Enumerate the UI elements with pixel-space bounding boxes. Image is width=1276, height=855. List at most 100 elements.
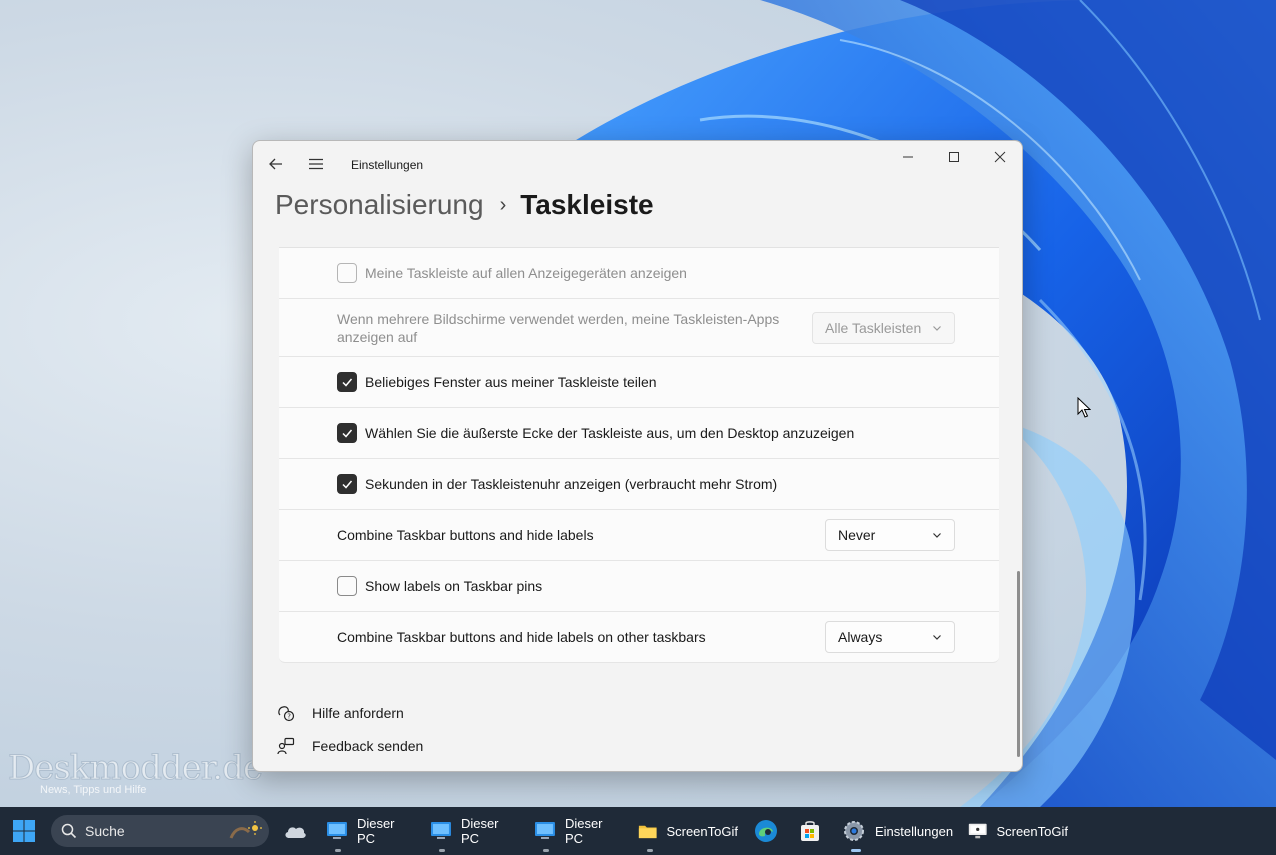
back-button[interactable]	[265, 153, 287, 175]
taskbar-search-box[interactable]: Suche	[51, 815, 269, 847]
combine-other-dropdown[interactable]: Always	[825, 621, 955, 653]
seconds-clock-checkbox[interactable]	[337, 474, 357, 494]
search-highlight-icon	[229, 821, 262, 839]
monitor-icon	[430, 822, 451, 839]
combine-buttons-value: Never	[838, 527, 876, 543]
previous-row-edge	[279, 236, 999, 248]
navigation-menu-button[interactable]	[305, 153, 327, 175]
share-window-checkbox[interactable]	[337, 372, 357, 392]
vertical-scrollbar[interactable]	[1017, 571, 1020, 757]
corner-desktop-label: Wählen Sie die äußerste Ecke der Tasklei…	[365, 425, 855, 441]
setting-row-combine-other: Combine Taskbar buttons and hide labels …	[279, 612, 999, 663]
settings-list: Meine Taskleiste auf allen Anzeigegeräte…	[279, 236, 999, 663]
taskbar-app-screentogif-folder[interactable]: ScreenToGif	[638, 807, 738, 855]
hamburger-icon	[309, 158, 323, 170]
store-bag-icon	[801, 821, 819, 841]
search-placeholder: Suche	[85, 823, 125, 839]
breadcrumb-personalisierung[interactable]: Personalisierung	[275, 189, 484, 221]
title-bar: Einstellungen	[253, 141, 1022, 187]
monitor-icon	[326, 822, 347, 839]
taskbar-app-edge[interactable]	[754, 807, 780, 855]
show-all-displays-label: Meine Taskleiste auf allen Anzeigegeräte…	[365, 265, 687, 281]
running-indicator	[439, 849, 445, 852]
taskbar-app-label: Einstellungen	[875, 823, 954, 839]
breadcrumb-chevron-icon: ›	[499, 193, 507, 216]
edge-browser-icon	[755, 820, 777, 842]
weather-widget[interactable]	[283, 807, 307, 855]
show-all-displays-checkbox[interactable]	[337, 263, 357, 283]
seconds-clock-label: Sekunden in der Taskleistenuhr anzeigen …	[365, 476, 778, 492]
page-title: Taskleiste	[520, 189, 654, 220]
help-link-label: Hilfe anfordern	[312, 704, 404, 721]
minimize-icon	[903, 156, 913, 158]
deskmodder-watermark: Deskmodder.de News, Tipps und Hilfe	[7, 748, 263, 797]
taskbar-app-label: ScreenToGif	[996, 823, 1068, 839]
taskbar-app-label: Dieser PC	[460, 816, 499, 846]
chevron-down-icon	[933, 635, 941, 640]
close-button[interactable]	[977, 145, 1022, 169]
chevron-down-icon	[933, 533, 941, 538]
minimize-button[interactable]	[885, 145, 931, 169]
help-chat-icon: ?	[277, 704, 295, 722]
combine-buttons-dropdown[interactable]: Never	[825, 519, 955, 551]
setting-row-seconds-clock: Sekunden in der Taskleistenuhr anzeigen …	[279, 459, 999, 510]
feedback-person-icon	[277, 737, 295, 755]
active-indicator	[851, 849, 861, 852]
taskbar-app-dieser-pc-1[interactable]: Dieser PC	[326, 807, 416, 855]
chevron-down-icon	[933, 325, 941, 331]
monitor-icon	[534, 822, 555, 839]
running-indicator	[647, 849, 653, 852]
breadcrumb: Personalisierung › Taskleiste	[275, 187, 654, 223]
running-indicator	[335, 849, 341, 852]
feedback-link[interactable]: Feedback senden	[277, 729, 423, 762]
combine-other-value: Always	[838, 629, 883, 645]
show-labels-pins-checkbox[interactable]	[337, 576, 357, 596]
back-arrow-icon	[269, 158, 282, 170]
share-window-label: Beliebiges Fenster aus meiner Taskleiste…	[365, 374, 657, 390]
screentogif-icon	[968, 823, 987, 839]
setting-row-show-labels-pins: Show labels on Taskbar pins	[279, 561, 999, 612]
settings-window: Einstellungen Personalisierung › Tasklei…	[252, 140, 1023, 772]
start-button[interactable]	[12, 807, 40, 855]
svg-text:?: ?	[287, 712, 291, 720]
checkmark-icon	[342, 480, 353, 489]
close-icon	[994, 151, 1006, 163]
taskbar-app-dieser-pc-3[interactable]: Dieser PC	[534, 807, 624, 855]
mouse-cursor-icon	[1077, 396, 1092, 424]
taskbar-app-dieser-pc-2[interactable]: Dieser PC	[430, 807, 520, 855]
multi-monitor-dropdown[interactable]: Alle Taskleisten	[812, 311, 955, 344]
setting-row-share-window: Beliebiges Fenster aus meiner Taskleiste…	[279, 357, 999, 408]
app-title: Einstellungen	[351, 158, 424, 172]
running-indicator	[543, 849, 549, 852]
corner-desktop-checkbox[interactable]	[337, 423, 357, 443]
combine-other-label: Combine Taskbar buttons and hide labels …	[337, 629, 706, 645]
taskbar-app-screentogif[interactable]: ScreenToGif	[968, 807, 1068, 855]
maximize-icon	[949, 152, 959, 162]
combine-buttons-label: Combine Taskbar buttons and hide labels	[337, 527, 594, 543]
setting-row-corner-desktop: Wählen Sie die äußerste Ecke der Tasklei…	[279, 408, 999, 459]
gear-icon	[844, 821, 864, 841]
folder-icon	[638, 825, 657, 839]
taskbar-app-label: Dieser PC	[356, 816, 395, 846]
multi-monitor-value: Alle Taskleisten	[825, 319, 922, 336]
taskbar-app-store[interactable]	[799, 807, 823, 855]
setting-row-multi-monitor: Wenn mehrere Bildschirme verwendet werde…	[279, 299, 999, 357]
watermark-main-text: Deskmodder.de	[7, 748, 263, 789]
checkmark-icon	[342, 378, 353, 387]
taskbar-app-label: Dieser PC	[564, 816, 603, 846]
search-icon	[61, 823, 77, 839]
cloud-icon	[285, 827, 306, 838]
setting-row-combine-buttons: Combine Taskbar buttons and hide labels …	[279, 510, 999, 561]
feedback-link-label: Feedback senden	[312, 737, 424, 754]
show-labels-pins-label: Show labels on Taskbar pins	[365, 578, 543, 594]
windows-logo-icon	[13, 820, 35, 842]
maximize-button[interactable]	[931, 145, 977, 169]
help-links: ? Hilfe anfordern Feedback senden	[277, 696, 423, 762]
taskbar-app-label: ScreenToGif	[666, 823, 738, 839]
help-link[interactable]: ? Hilfe anfordern	[277, 696, 423, 729]
checkmark-icon	[342, 429, 353, 438]
setting-row-show-all-displays: Meine Taskleiste auf allen Anzeigegeräte…	[279, 248, 999, 299]
multi-monitor-label: Wenn mehrere Bildschirme verwendet werde…	[337, 310, 780, 345]
taskbar: Suche Dieser PC Dieser PC Dieser PC Scre…	[0, 807, 1276, 855]
taskbar-app-einstellungen[interactable]: Einstellungen	[842, 807, 954, 855]
